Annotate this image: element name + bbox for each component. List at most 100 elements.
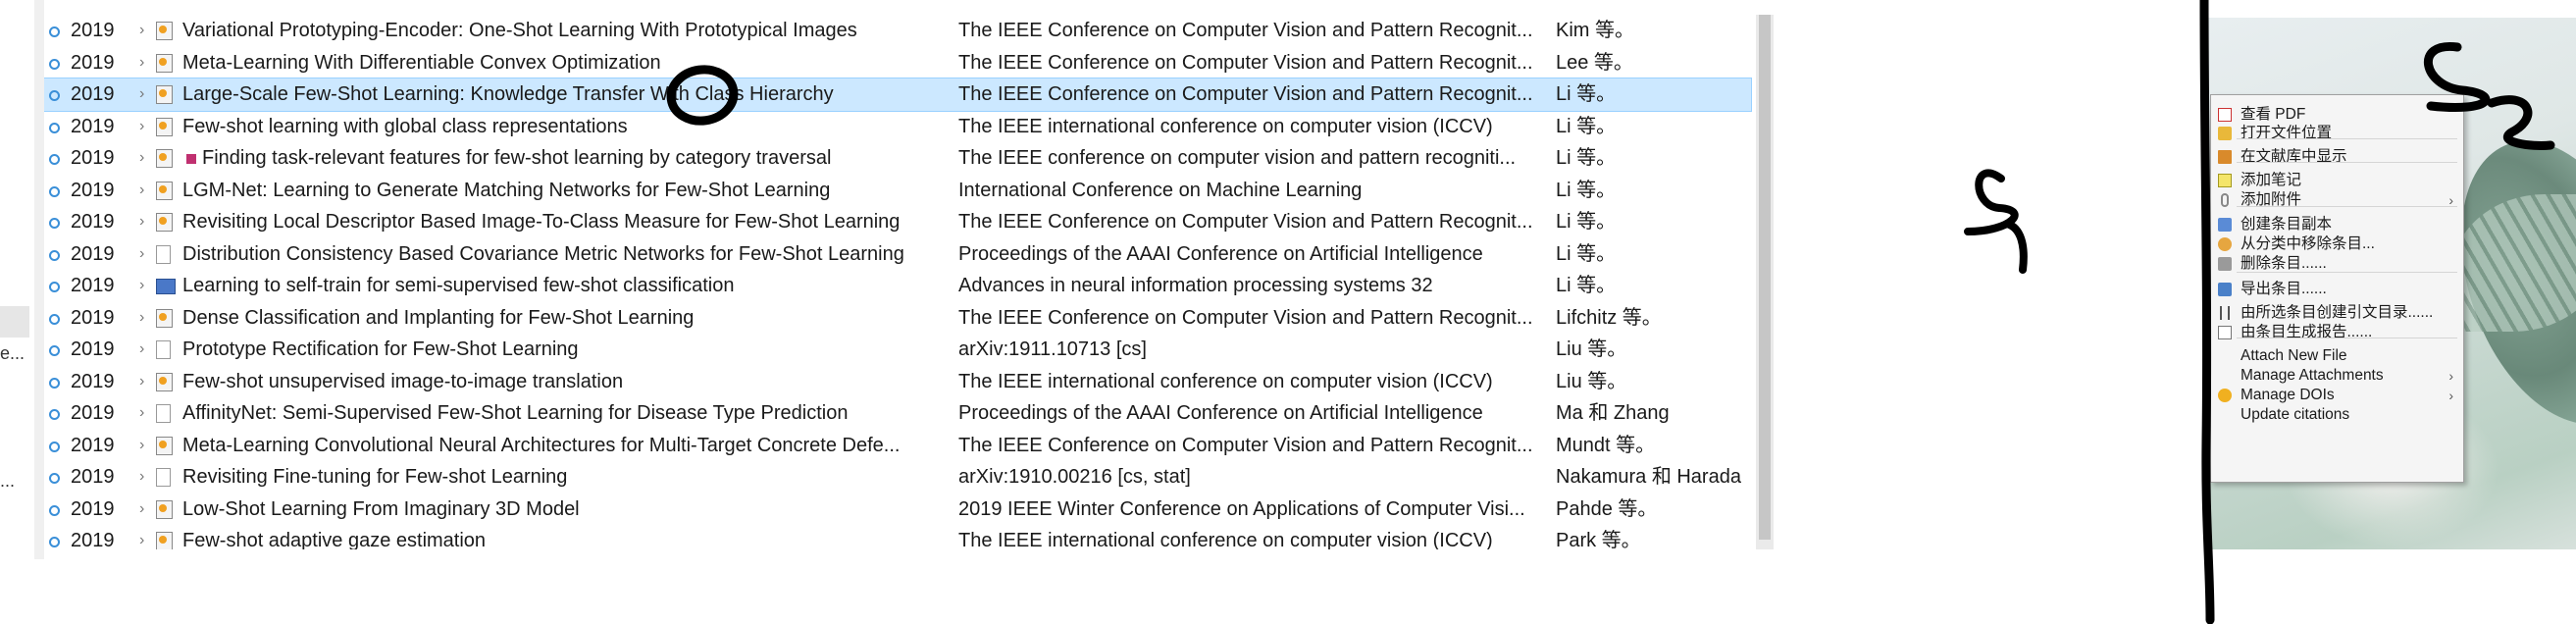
title-cell: Few-shot adaptive gaze estimation <box>182 525 987 549</box>
expand-arrow-icon[interactable]: › <box>139 334 155 366</box>
expand-arrow-icon[interactable]: › <box>139 78 155 111</box>
title-cell: LGM-Net: Learning to Generate Matching N… <box>182 175 987 207</box>
title-text: Low-Shot Learning From Imaginary 3D Mode… <box>182 497 580 520</box>
table-row[interactable]: 2019 › Few-shot unsupervised image-to-imag… <box>44 366 1751 398</box>
document-icon <box>156 238 180 271</box>
year-cell: 2019 <box>71 370 115 392</box>
expand-arrow-icon[interactable]: › <box>139 397 155 430</box>
table-row[interactable]: 2019 › Meta-Learning With Differentiable C… <box>44 47 1751 79</box>
unread-indicator-icon <box>49 270 63 302</box>
title-cell: Meta-Learning With Differentiable Convex… <box>182 47 987 79</box>
table-row[interactable]: 2019 › Distribution Consistency Based Cova… <box>44 238 1751 271</box>
expand-arrow-icon[interactable]: › <box>139 111 155 143</box>
context-menu-item[interactable]: 在文献库中显示 <box>2211 145 2463 169</box>
publication-cell: The IEEE Conference on Computer Vision a… <box>958 83 1533 105</box>
table-row[interactable]: 2019 › Few-shot adaptive gaze estimation Th… <box>44 525 1751 549</box>
title-text: Few-shot learning with global class repr… <box>182 115 628 137</box>
year-cell: 2019 <box>71 466 115 488</box>
journal-icon <box>156 494 180 526</box>
creator-cell: Li 等。 <box>1556 147 1617 169</box>
table-row[interactable]: 2019 › Dense Classification and Implanting… <box>44 302 1751 335</box>
expand-arrow-icon[interactable]: › <box>139 461 155 494</box>
title-cell: Learning to self-train for semi-supervis… <box>182 270 987 302</box>
title-text: Finding task-relevant features for few-s… <box>202 147 832 169</box>
table-row[interactable]: 2019 › Prototype Rectification for Few-Sho… <box>44 334 1751 366</box>
expand-arrow-icon[interactable]: › <box>139 494 155 526</box>
table-row[interactable]: 2019 › Learning to self-train for semi-sup… <box>44 270 1751 302</box>
scrollbar-thumb[interactable] <box>1759 15 1771 540</box>
unread-indicator-icon <box>49 302 63 335</box>
year-cell: 2019 <box>71 211 115 233</box>
context-menu-item-label: 导出条目...... <box>2241 281 2327 297</box>
context-menu-item[interactable]: Update citations <box>2211 403 2463 427</box>
menu-separator <box>2237 162 2457 163</box>
journal-icon <box>156 525 180 549</box>
context-menu-item-label: Update citations <box>2241 406 2350 423</box>
context-menu-item[interactable]: 添加附件 › <box>2211 188 2463 212</box>
table-row[interactable]: 2019 › Revisiting Fine-tuning for Few-shot… <box>44 461 1751 494</box>
context-menu-item[interactable]: 打开文件位置 <box>2211 122 2463 145</box>
table-row[interactable]: 2019 › Large-Scale Few-Shot Learning: Know… <box>44 78 1752 112</box>
export-icon <box>2218 283 2232 296</box>
expand-arrow-icon[interactable]: › <box>139 206 155 238</box>
context-menu-item-label: 在文献库中显示 <box>2241 148 2347 165</box>
publication-cell: Proceedings of the AAAI Conference on Ar… <box>958 242 1483 265</box>
trash-icon <box>2218 257 2232 271</box>
menu-separator <box>2237 272 2457 273</box>
table-row[interactable]: 2019 › AffinityNet: Semi-Supervised Few-Sh… <box>44 397 1751 430</box>
table-row[interactable]: 2019 › Finding task-relevant features for … <box>44 142 1751 175</box>
creator-cell: Mundt 等。 <box>1556 434 1656 456</box>
title-text: Dense Classification and Implanting for … <box>182 306 695 329</box>
unread-indicator-icon <box>49 461 63 494</box>
vertical-scrollbar[interactable] <box>1756 15 1774 549</box>
journal-icon <box>156 206 180 238</box>
year-cell: 2019 <box>71 402 115 424</box>
year-cell: 2019 <box>71 179 115 201</box>
unread-indicator-icon <box>49 334 63 366</box>
creator-cell: Park 等。 <box>1556 530 1641 549</box>
unread-indicator-icon <box>49 15 63 47</box>
publication-cell: 2019 IEEE Winter Conference on Applicati… <box>958 497 1525 520</box>
expand-arrow-icon[interactable]: › <box>139 15 155 47</box>
expand-arrow-icon[interactable]: › <box>139 366 155 398</box>
title-text: Few-shot unsupervised image-to-image tra… <box>182 370 624 392</box>
publication-cell: Advances in neural information processin… <box>958 275 1433 296</box>
year-cell: 2019 <box>71 83 115 105</box>
collection-item-truncated[interactable]: ... <box>0 471 29 492</box>
expand-arrow-icon[interactable]: › <box>139 238 155 271</box>
year-cell: 2019 <box>71 338 115 360</box>
table-row[interactable]: 2019 › Few-shot learning with global class… <box>44 111 1751 143</box>
context-menu: 查看 PDF 打开文件位置 在文献库中显示 添加笔记 添加附件 › 创建条目副本 从分类中移除… <box>2210 94 2464 483</box>
expand-arrow-icon[interactable]: › <box>139 142 155 175</box>
title-cell: Revisiting Fine-tuning for Few-shot Lear… <box>182 461 987 494</box>
expand-arrow-icon[interactable]: › <box>139 525 155 549</box>
title-cell: Low-Shot Learning From Imaginary 3D Mode… <box>182 494 987 526</box>
journal-icon <box>156 78 180 111</box>
expand-arrow-icon[interactable]: › <box>139 175 155 207</box>
context-menu-item-label: 打开文件位置 <box>2241 125 2333 141</box>
expand-arrow-icon[interactable]: › <box>139 270 155 302</box>
table-row[interactable]: 2019 › Meta-Learning Convolutional Neural … <box>44 430 1751 462</box>
title-text: Meta-Learning With Differentiable Convex… <box>182 51 661 74</box>
unread-indicator-icon <box>49 175 63 207</box>
creator-cell: Liu 等。 <box>1556 338 1627 360</box>
title-cell: Few-shot learning with global class repr… <box>182 111 987 143</box>
table-row[interactable]: 2019 › Revisiting Local Descriptor Based I… <box>44 206 1751 238</box>
context-menu-item-label: 添加附件 <box>2241 191 2302 208</box>
publication-cell: The IEEE international conference on com… <box>958 115 1493 137</box>
folder-icon <box>2218 127 2232 140</box>
table-row[interactable]: 2019 › Low-Shot Learning From Imaginary 3D… <box>44 494 1751 526</box>
expand-arrow-icon[interactable]: › <box>139 47 155 79</box>
library-icon <box>2218 150 2232 164</box>
journal-icon <box>156 302 180 335</box>
expand-arrow-icon[interactable]: › <box>139 430 155 462</box>
context-menu-item[interactable]: 由条目生成报告...... <box>2211 321 2463 344</box>
pane-splitter[interactable] <box>34 0 44 559</box>
context-menu-item[interactable]: 导出条目...... <box>2211 278 2463 301</box>
table-row[interactable]: 2019 › Variational Prototyping-Encoder: On… <box>44 15 1751 47</box>
collection-item-truncated[interactable]: e... <box>0 343 29 364</box>
expand-arrow-icon[interactable]: › <box>139 302 155 335</box>
year-cell: 2019 <box>71 147 115 169</box>
table-row[interactable]: 2019 › LGM-Net: Learning to Generate Match… <box>44 175 1751 207</box>
unread-indicator-icon <box>49 494 63 526</box>
